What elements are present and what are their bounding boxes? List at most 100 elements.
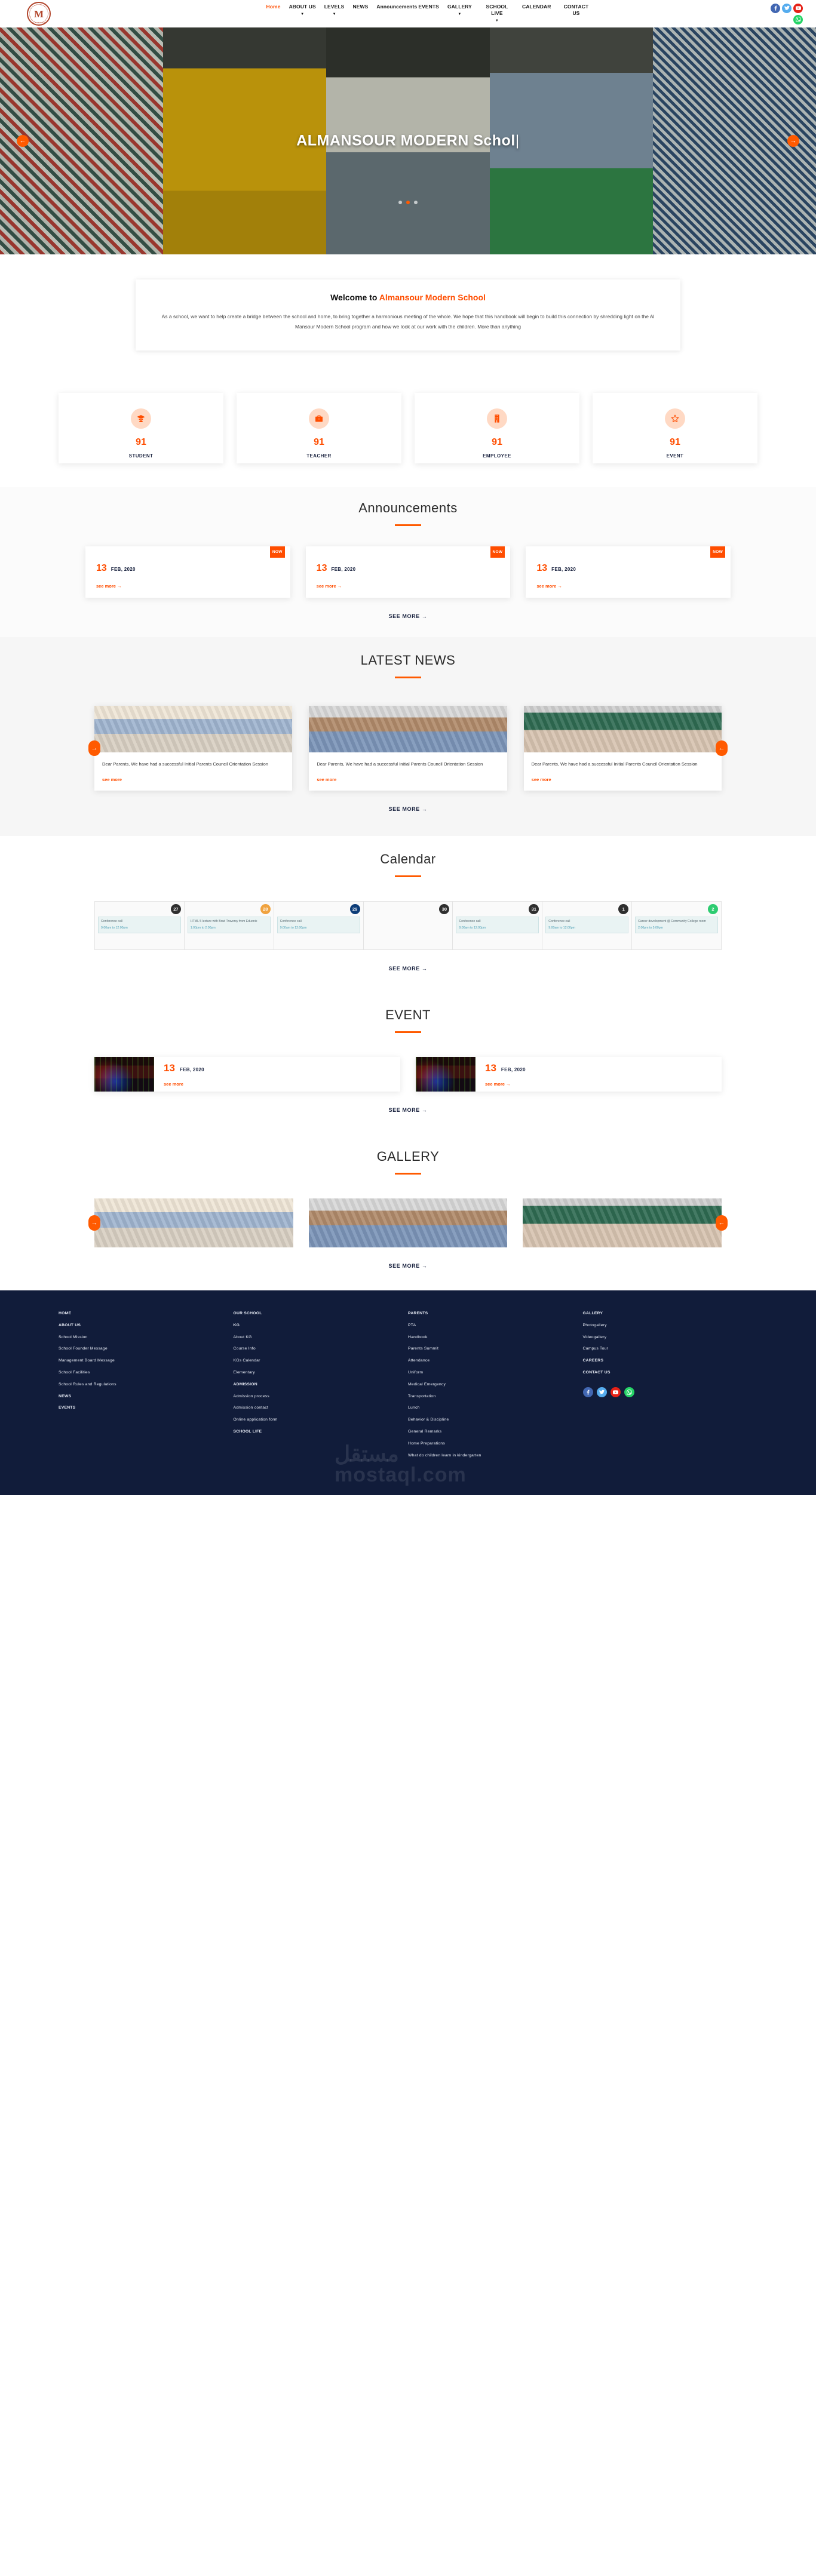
news-next-arrow[interactable]: ← — [716, 740, 728, 756]
school-logo[interactable]: M AL MANSOUR — [27, 2, 51, 26]
news-see-more-link[interactable]: see more — [102, 777, 284, 782]
nav-item-contact-us[interactable]: CONTACT US — [559, 4, 593, 17]
footer-link-what-do-children-learn-in-kindergarten[interactable]: What do children learn in kindergarten — [408, 1453, 583, 1458]
footer-link-course-info[interactable]: Course Info — [234, 1347, 409, 1351]
footer-link-kgs-calendar[interactable]: KGs Calendar — [234, 1358, 409, 1363]
gallery-image[interactable] — [308, 1198, 508, 1247]
hero-prev-arrow[interactable]: ← — [17, 135, 29, 147]
news-see-more-link[interactable]: see more — [532, 777, 714, 782]
footer-link-parents[interactable]: PARENTS — [408, 1311, 583, 1316]
hero-dot-2[interactable] — [406, 201, 410, 204]
footer-link-transportation[interactable]: Transportation — [408, 1394, 583, 1399]
nav-item-announcements[interactable]: Announcements — [376, 4, 417, 10]
gallery-image[interactable] — [523, 1198, 722, 1247]
twitter-icon[interactable] — [596, 1387, 607, 1397]
footer-link-our-school[interactable]: OUR SCHOOL — [234, 1311, 409, 1316]
calendar-day-29[interactable]: 29 Conference call 9:00am to 12:00pm — [274, 902, 364, 949]
whatsapp-icon[interactable] — [793, 14, 803, 24]
news-card[interactable]: Dear Parents, We have had a successful I… — [523, 706, 722, 791]
calendar-event[interactable]: Conference call 9:00am to 12:00pm — [277, 917, 360, 934]
calendar-day-2[interactable]: 2 Career development @ Community College … — [632, 902, 721, 949]
footer-link-events[interactable]: EVENTS — [59, 1406, 234, 1410]
footer-link-school-founder-message[interactable]: School Founder Message — [59, 1347, 234, 1351]
nav-item-news[interactable]: NEWS — [352, 4, 368, 10]
youtube-icon[interactable] — [793, 3, 803, 13]
calendar-event[interactable]: Career development @ Community College r… — [635, 917, 719, 934]
hero-next-arrow[interactable]: → — [787, 135, 799, 147]
event-see-more-link[interactable]: see more → — [485, 1081, 712, 1087]
calendar-event[interactable]: HTML 5 lecture with Brad Traversy from E… — [187, 917, 271, 934]
event-see-more[interactable]: SEE MORE → — [0, 1107, 816, 1113]
footer-link-admission-contact[interactable]: Admission contact — [234, 1406, 409, 1410]
footer-link-admission[interactable]: ADMISSION — [234, 1382, 409, 1387]
footer-link-uniform[interactable]: Uniform — [408, 1370, 583, 1375]
footer-link-school-life[interactable]: SCHOOL LIFE — [234, 1430, 409, 1434]
facebook-icon[interactable] — [771, 3, 780, 13]
nav-item-about-us[interactable]: ABOUT US ▼ — [289, 4, 316, 18]
news-card[interactable]: Dear Parents, We have had a successful I… — [309, 706, 507, 791]
footer-link-online-application-form[interactable]: Online application form — [234, 1418, 409, 1422]
footer-link-handbook[interactable]: Handbook — [408, 1335, 583, 1340]
announcement-card[interactable]: NOW 13 FEB, 2020 see more → — [85, 546, 290, 598]
footer-link-admission-process[interactable]: Admission process — [234, 1394, 409, 1399]
footer-link-behavior-discipline[interactable]: Behavior & Discipline — [408, 1418, 583, 1422]
footer-link-home-preparations[interactable]: Home Preparations — [408, 1441, 583, 1446]
event-card[interactable]: 13 FEB, 2020 see more → — [416, 1057, 722, 1092]
logo-wrap[interactable]: M AL MANSOUR — [0, 2, 78, 26]
nav-item-events[interactable]: EVENTS — [418, 4, 439, 10]
announcement-see-more-link[interactable]: see more → — [96, 583, 280, 589]
announcement-see-more-link[interactable]: see more → — [536, 583, 720, 589]
nav-item-levels[interactable]: LEVELS ▼ — [324, 4, 345, 18]
footer-link-about-kg[interactable]: About KG — [234, 1335, 409, 1340]
footer-link-videogallery[interactable]: Videogallery — [583, 1335, 758, 1340]
calendar-day-30[interactable]: 30 — [364, 902, 453, 949]
footer-link-kg[interactable]: KG — [234, 1323, 409, 1328]
facebook-icon[interactable] — [582, 1387, 593, 1397]
footer-link-elementary[interactable]: Elementary — [234, 1370, 409, 1375]
footer-link-school-rules-and-regulations[interactable]: School Rules and Regulations — [59, 1382, 234, 1387]
footer-link-attendance[interactable]: Attendance — [408, 1358, 583, 1363]
footer-link-photogallery[interactable]: Photogallery — [583, 1323, 758, 1328]
calendar-event[interactable]: Conference call 9:00am to 12:00pm — [545, 917, 629, 934]
calendar-event[interactable]: Conference call 9:00am to 12:00pm — [98, 917, 181, 934]
gallery-next-arrow[interactable]: ← — [716, 1215, 728, 1231]
hero-dot-1[interactable] — [398, 201, 402, 204]
footer-link-about-us[interactable]: ABOUT US — [59, 1323, 234, 1328]
footer-link-home[interactable]: HOME — [59, 1311, 234, 1316]
footer-link-campus-tour[interactable]: Campus Tour — [583, 1347, 758, 1351]
footer-link-lunch[interactable]: Lunch — [408, 1406, 583, 1410]
footer-link-school-mission[interactable]: School Mission — [59, 1335, 234, 1340]
footer-link-management-board-message[interactable]: Management Board Message — [59, 1358, 234, 1363]
event-see-more-link[interactable]: see more — [164, 1081, 391, 1087]
nav-item-school-live[interactable]: SCHOOL LIVE ▼ — [480, 4, 514, 24]
footer-link-school-facilities[interactable]: School Facilities — [59, 1370, 234, 1375]
calendar-day-31[interactable]: 31 Conference call 9:00am to 12:00pm — [453, 902, 543, 949]
youtube-icon[interactable] — [610, 1387, 621, 1397]
footer-link-general-remarks[interactable]: General Remarks — [408, 1430, 583, 1434]
announcement-card[interactable]: NOW 13 FEB, 2020 see more → — [526, 546, 731, 598]
calendar-day-28[interactable]: 28 HTML 5 lecture with Brad Traversy from… — [185, 902, 274, 949]
calendar-day-1[interactable]: 1 Conference call 9:00am to 12:00pm — [542, 902, 633, 949]
nav-item-gallery[interactable]: GALLERY ▼ — [447, 4, 472, 18]
footer-link-medical-emergency[interactable]: Medical Emergency — [408, 1382, 583, 1387]
event-card[interactable]: 13 FEB, 2020 see more — [94, 1057, 400, 1092]
footer-link-careers[interactable]: CAREERS — [583, 1358, 758, 1363]
hero-dot-3[interactable] — [414, 201, 418, 204]
news-see-more[interactable]: SEE MORE → — [0, 806, 816, 812]
gallery-see-more[interactable]: SEE MORE → — [0, 1263, 816, 1269]
news-card[interactable]: Dear Parents, We have had a successful I… — [94, 706, 293, 791]
footer-link-pta[interactable]: PTA — [408, 1323, 583, 1328]
calendar-event[interactable]: Conference call 9:00am to 12:00pm — [456, 917, 539, 934]
news-prev-arrow[interactable]: → — [88, 740, 100, 756]
gallery-image[interactable] — [94, 1198, 293, 1247]
announcement-see-more-link[interactable]: see more → — [317, 583, 500, 589]
announcements-see-more[interactable]: SEE MORE → — [0, 613, 816, 619]
footer-link-gallery[interactable]: GALLERY — [583, 1311, 758, 1316]
nav-item-home[interactable]: Home — [266, 4, 281, 10]
gallery-prev-arrow[interactable]: → — [88, 1215, 100, 1231]
announcement-card[interactable]: NOW 13 FEB, 2020 see more → — [305, 546, 511, 598]
footer-link-news[interactable]: NEWS — [59, 1394, 234, 1399]
twitter-icon[interactable] — [782, 3, 792, 13]
whatsapp-icon[interactable] — [624, 1387, 634, 1397]
calendar-see-more[interactable]: SEE MORE → — [0, 966, 816, 972]
